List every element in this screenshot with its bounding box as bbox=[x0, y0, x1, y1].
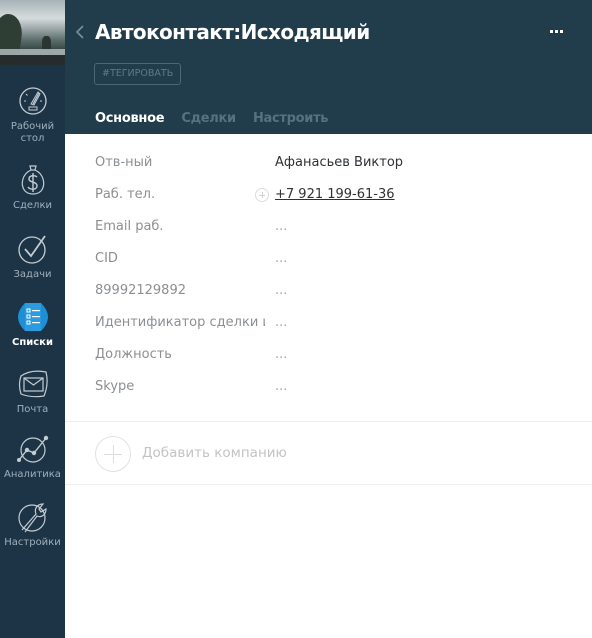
field-label: Отв-ный bbox=[95, 155, 153, 170]
money-bag-icon bbox=[21, 165, 44, 195]
field-value-position[interactable]: ... bbox=[275, 347, 287, 362]
field-label: 89992129892 bbox=[95, 283, 186, 298]
nav-item-lists[interactable]: Списки bbox=[0, 300, 65, 349]
field-label: CID bbox=[95, 251, 118, 266]
field-value-deal-id[interactable]: ... bbox=[275, 315, 287, 330]
more-options-icon[interactable] bbox=[550, 30, 564, 34]
nav-label-deals: Сделки bbox=[13, 200, 52, 211]
list-icon bbox=[17, 303, 48, 331]
nav-label-settings: Настройки bbox=[4, 537, 61, 548]
mail-icon bbox=[18, 370, 48, 398]
nav-label-analytics: Аналитика bbox=[4, 469, 61, 480]
page-title: Автоконтакт:Исходящий bbox=[95, 20, 370, 44]
nav-item-analytics[interactable]: Аналитика bbox=[0, 432, 65, 481]
tab-bar: Основное Сделки Настроить bbox=[84, 107, 340, 139]
field-value-work-email[interactable]: ... bbox=[275, 219, 287, 234]
field-label: Email раб. bbox=[95, 219, 164, 234]
nav-label-tasks: Задачи bbox=[13, 269, 52, 280]
field-row-skype: Skype ... bbox=[65, 372, 592, 404]
field-value-cid[interactable]: ... bbox=[275, 251, 287, 266]
nav-item-deals[interactable]: Сделки bbox=[0, 163, 65, 212]
field-value-number[interactable]: ... bbox=[275, 283, 287, 298]
field-value-responsible[interactable]: Афанасьев Виктор bbox=[275, 155, 403, 170]
avatar-photo-rock bbox=[42, 36, 51, 50]
more-dot bbox=[560, 30, 563, 33]
field-label: Должность bbox=[95, 347, 172, 362]
nav-item-mail[interactable]: Почта bbox=[0, 367, 65, 416]
nav-item-dashboard[interactable]: Рабочий стол bbox=[0, 84, 65, 145]
field-row-responsible: Отв-ный Афанасьев Виктор bbox=[65, 148, 592, 180]
field-label: Раб. тел. bbox=[95, 187, 156, 202]
wrench-icon bbox=[17, 503, 47, 533]
contact-fields: Отв-ный Афанасьев Виктор Раб. тел. +7 92… bbox=[65, 148, 592, 404]
field-value-work-phone[interactable]: +7 921 199-61-36 bbox=[275, 187, 395, 202]
tab-deals[interactable]: Сделки bbox=[181, 111, 236, 138]
divider bbox=[65, 484, 592, 485]
analytics-chart-icon bbox=[16, 435, 48, 463]
field-row-deal-id: Идентификатор сделки и ... bbox=[65, 308, 592, 340]
nav-item-settings[interactable]: Настройки bbox=[0, 500, 65, 549]
add-company-label: Добавить компанию bbox=[142, 445, 287, 461]
more-dot bbox=[555, 30, 558, 33]
more-dot bbox=[550, 30, 553, 33]
plus-circle-icon bbox=[95, 436, 131, 472]
avatar-photo-beach bbox=[0, 55, 65, 65]
add-phone-plus-icon[interactable] bbox=[255, 188, 269, 202]
field-row-work-email: Email раб. ... bbox=[65, 212, 592, 244]
avatar-photo-cliff bbox=[0, 14, 25, 54]
card-header: Автоконтакт:Исходящий #ТЕГИРОВАТЬ Основн… bbox=[65, 0, 592, 139]
field-label: Skype bbox=[95, 379, 135, 394]
nav-label-dashboard-line2: стол bbox=[20, 133, 45, 144]
nav-label-dashboard-line1: Рабочий bbox=[10, 121, 55, 132]
nav-item-tasks[interactable]: Задачи bbox=[0, 232, 65, 281]
field-row-number: 89992129892 ... bbox=[65, 276, 592, 308]
tab-configure[interactable]: Настроить bbox=[253, 111, 329, 138]
back-chevron-icon[interactable] bbox=[75, 24, 89, 42]
left-navigation-rail: Рабочий стол Сделки Задачи Списки Почта … bbox=[0, 0, 65, 638]
tab-main[interactable]: Основное bbox=[84, 111, 173, 139]
field-label: Идентификатор сделки и bbox=[95, 315, 265, 330]
divider bbox=[65, 421, 592, 422]
checkmark-circle-icon bbox=[17, 235, 46, 264]
field-row-position: Должность ... bbox=[65, 340, 592, 372]
nav-label-lists: Списки bbox=[12, 337, 53, 348]
nav-label-mail: Почта bbox=[16, 404, 49, 415]
field-value-skype[interactable]: ... bbox=[275, 379, 287, 394]
add-tag-button[interactable]: #ТЕГИРОВАТЬ bbox=[94, 63, 182, 85]
user-avatar-photo[interactable] bbox=[0, 0, 65, 65]
field-row-work-phone: Раб. тел. +7 921 199-61-36 bbox=[65, 180, 592, 212]
field-row-cid: CID ... bbox=[65, 244, 592, 276]
dashboard-gauge-icon bbox=[18, 87, 47, 115]
